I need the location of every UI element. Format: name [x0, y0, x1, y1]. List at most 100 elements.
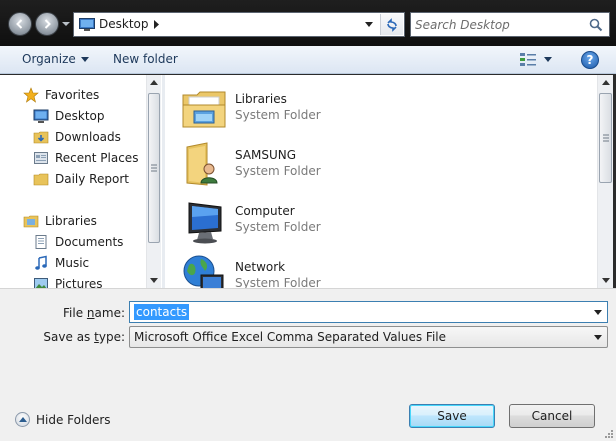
- nav-label: Favorites: [45, 88, 100, 102]
- chevron-up-circle-icon: [15, 412, 30, 427]
- address-dropdown-icon[interactable]: [364, 21, 374, 29]
- change-view-icon[interactable]: [519, 51, 537, 67]
- save-button-label: Save: [437, 409, 467, 423]
- scroll-up-button[interactable]: [598, 75, 613, 90]
- network-icon: [183, 255, 224, 288]
- save-as-label-pre: Save as: [43, 330, 95, 344]
- scroll-thumb[interactable]: [599, 93, 612, 183]
- nav-label: Daily Report: [55, 172, 129, 186]
- forward-button[interactable]: [35, 12, 59, 36]
- cancel-button[interactable]: Cancel: [509, 404, 595, 428]
- arrow-right-icon: [44, 19, 51, 29]
- new-folder-button[interactable]: New folder: [113, 52, 178, 66]
- command-bar: Organize New folder ?: [0, 46, 616, 74]
- desktop-icon: [79, 18, 95, 31]
- help-button[interactable]: ?: [581, 51, 599, 69]
- hide-folders-button[interactable]: Hide Folders: [15, 410, 125, 430]
- music-icon: [35, 255, 47, 270]
- nav-label: Recent Places: [55, 151, 139, 165]
- item-type: System Folder: [235, 108, 321, 122]
- downloads-folder-icon: [33, 131, 49, 144]
- refresh-button[interactable]: [380, 14, 403, 35]
- list-item-samsung[interactable]: SAMSUNG System Folder: [179, 139, 539, 191]
- save-as-type-label: Save as type:: [20, 330, 125, 344]
- sidebar-item-recent-places[interactable]: Recent Places: [0, 148, 150, 168]
- scroll-up-button[interactable]: [147, 75, 161, 90]
- file-name-label-pre: File: [63, 306, 87, 320]
- libraries-icon: [23, 215, 39, 228]
- item-type: System Folder: [235, 276, 321, 288]
- documents-icon: [35, 235, 47, 249]
- item-name: SAMSUNG: [235, 148, 297, 162]
- refresh-icon: [387, 17, 397, 32]
- search-input[interactable]: [415, 16, 585, 33]
- folder-icon: [33, 173, 49, 186]
- grip-icon: [602, 134, 609, 142]
- file-name-value[interactable]: contacts: [134, 304, 190, 320]
- item-name: Computer: [235, 204, 295, 218]
- item-name: Network: [235, 260, 286, 274]
- grip-icon: [151, 164, 157, 172]
- file-list: Libraries System Folder SAMSUNG System F…: [165, 75, 597, 288]
- chevron-right-icon[interactable]: [152, 20, 160, 29]
- save-options-panel: File name: contacts Save as type: Micros…: [0, 288, 616, 441]
- nav-label: Documents: [55, 235, 124, 249]
- list-item-network[interactable]: Network System Folder: [179, 251, 539, 288]
- nav-label: Pictures: [55, 277, 103, 288]
- chevron-down-icon: [80, 57, 89, 62]
- sidebar-item-desktop[interactable]: Desktop: [0, 106, 150, 126]
- file-name-dropdown-icon[interactable]: [594, 310, 602, 315]
- recent-pages-dropdown-icon[interactable]: [61, 19, 71, 29]
- computer-icon: [188, 202, 222, 244]
- libraries-folder-icon: [182, 91, 226, 128]
- list-item-computer[interactable]: Computer System Folder: [179, 195, 539, 247]
- pictures-icon: [34, 278, 48, 288]
- file-name-label: File name:: [30, 306, 125, 320]
- views-dropdown-icon[interactable]: [544, 57, 552, 62]
- save-as-label-post: ype:: [98, 330, 125, 344]
- item-type: System Folder: [235, 220, 321, 234]
- chevron-down-icon: [150, 278, 158, 283]
- address-field[interactable]: Desktop: [73, 12, 405, 37]
- organize-menu-button[interactable]: Organize: [22, 52, 89, 66]
- resize-grip-icon[interactable]: [604, 429, 614, 439]
- scroll-down-button[interactable]: [147, 273, 161, 288]
- sidebar-item-pictures[interactable]: Pictures: [0, 274, 150, 288]
- breadcrumb-desktop[interactable]: Desktop: [99, 17, 149, 31]
- file-name-field[interactable]: contacts: [129, 301, 608, 323]
- scroll-down-button[interactable]: [598, 273, 613, 288]
- chevron-down-icon: [601, 278, 610, 283]
- user-folder-icon: [186, 142, 218, 186]
- nav-group-favorites[interactable]: Favorites: [0, 85, 150, 105]
- nav-label: Music: [55, 256, 90, 270]
- chevron-up-icon: [150, 80, 158, 85]
- save-as-type-select[interactable]: Microsoft Office Excel Comma Separated V…: [129, 326, 608, 348]
- scroll-thumb[interactable]: [148, 93, 160, 243]
- search-icon[interactable]: [589, 18, 603, 32]
- save-button[interactable]: Save: [409, 404, 495, 428]
- star-icon: [23, 87, 39, 103]
- back-button[interactable]: [8, 12, 32, 36]
- nav-group-libraries[interactable]: Libraries: [0, 211, 150, 231]
- organize-label: Organize: [22, 52, 76, 66]
- nav-label: Libraries: [45, 214, 97, 228]
- save-as-type-value: Microsoft Office Excel Comma Separated V…: [134, 330, 447, 344]
- desktop-icon: [33, 109, 49, 123]
- nav-label: Downloads: [55, 130, 121, 144]
- item-name: Libraries: [235, 92, 287, 106]
- recent-places-icon: [34, 152, 48, 164]
- file-name-label-accel: n: [86, 306, 95, 320]
- item-type: System Folder: [235, 164, 321, 178]
- list-item-libraries[interactable]: Libraries System Folder: [179, 83, 539, 135]
- nav-pane-scrollbar[interactable]: [146, 75, 161, 288]
- save-as-type-dropdown-icon[interactable]: [594, 335, 602, 340]
- search-box[interactable]: [410, 12, 610, 37]
- sidebar-item-downloads[interactable]: Downloads: [0, 127, 150, 147]
- file-list-scrollbar[interactable]: [597, 75, 613, 288]
- sidebar-item-music[interactable]: Music: [0, 253, 150, 273]
- navigation-pane: Favorites Desktop Downloads Recent Place…: [0, 75, 162, 288]
- hide-folders-label: Hide Folders: [36, 413, 111, 427]
- sidebar-item-documents[interactable]: Documents: [0, 232, 150, 252]
- sidebar-item-daily-report[interactable]: Daily Report: [0, 169, 150, 189]
- nav-label: Desktop: [55, 109, 105, 123]
